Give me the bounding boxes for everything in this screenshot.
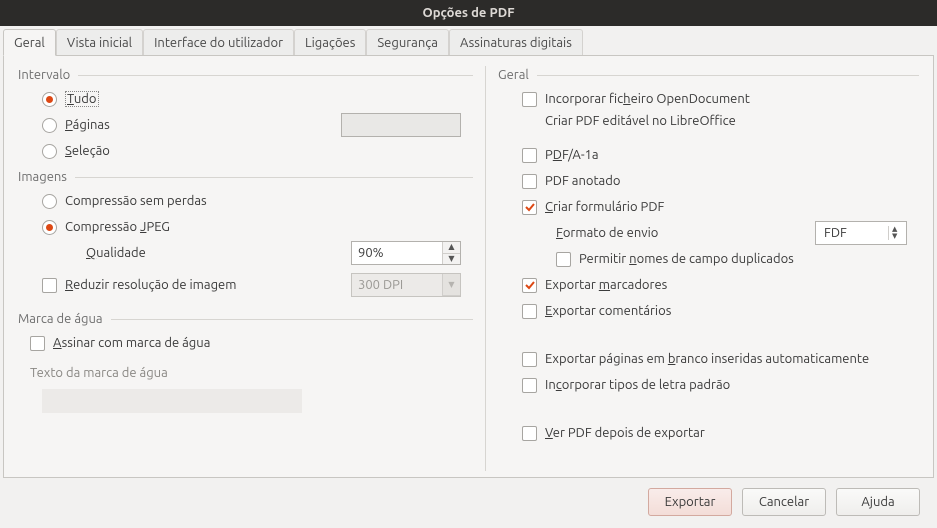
tab-general[interactable]: Geral [3, 29, 56, 56]
dialog-button-bar: Exportar Cancelar Ajuda [3, 478, 934, 528]
right-column: Geral Incorporar ficheiro OpenDocument C… [498, 66, 919, 471]
check-watermark-sign[interactable] [30, 336, 45, 351]
tab-user-interface[interactable]: Interface do utilizador [143, 29, 294, 55]
check-export-blank-pages-label: Exportar páginas em branco inseridas aut… [545, 352, 869, 366]
select-submit-format-arrows: ▲▼ [888, 226, 902, 240]
check-reduce-resolution[interactable] [42, 278, 57, 293]
check-embed-standard-fonts[interactable] [522, 378, 537, 393]
check-tagged-pdf-label: PDF anotado [545, 174, 620, 188]
spin-quality-value: 90% [352, 242, 442, 264]
tab-links[interactable]: Ligações [294, 29, 366, 55]
check-embed-odf-sublabel: Criar PDF editável no LibreOffice [545, 114, 736, 128]
check-export-comments-label: Exportar comentários [545, 304, 671, 318]
check-create-form[interactable] [522, 200, 537, 215]
input-range-pages[interactable] [341, 113, 461, 137]
input-watermark-text[interactable] [42, 389, 302, 413]
tab-security[interactable]: Segurança [366, 29, 449, 55]
radio-jpeg-label: Compressão JPEG [65, 220, 170, 234]
quality-label: Qualidade [86, 246, 146, 260]
check-view-after-export[interactable] [522, 426, 537, 441]
check-export-bookmarks-label: Exportar marcadores [545, 278, 667, 292]
check-create-form-label: Criar formulário PDF [545, 200, 664, 214]
check-export-comments[interactable] [522, 304, 537, 319]
check-pdfa[interactable] [522, 148, 537, 163]
check-embed-odf-label: Incorporar ficheiro OpenDocument [545, 92, 750, 106]
group-range: Intervalo [18, 68, 473, 82]
left-column: Intervalo Tudo Páginas Seleção Imagens C… [18, 66, 473, 471]
radio-range-pages-label: Páginas [65, 118, 110, 132]
check-allow-duplicate-names-label: Permitir nomes de campo duplicados [579, 252, 794, 266]
tab-initial-view[interactable]: Vista inicial [56, 29, 143, 55]
group-watermark: Marca de água [18, 312, 473, 326]
radio-range-selection[interactable] [42, 144, 57, 159]
check-view-after-export-label: Ver PDF depois de exportar [545, 426, 705, 440]
select-submit-format-value: FDF [824, 226, 847, 240]
spin-quality-arrows[interactable]: ▲▼ [442, 242, 460, 264]
spin-resolution: 300 DPI ▼ [351, 273, 461, 297]
tab-panel-general: Intervalo Tudo Páginas Seleção Imagens C… [3, 56, 934, 478]
window-titlebar: Opções de PDF [0, 0, 937, 26]
check-reduce-resolution-label: Reduzir resolução de imagem [65, 278, 236, 292]
tab-bar: Geral Vista inicial Interface do utiliza… [3, 29, 934, 56]
check-embed-standard-fonts-label: Incorporar tipos de letra padrão [545, 378, 730, 392]
radio-range-all[interactable] [42, 92, 57, 107]
check-watermark-sign-label: Assinar com marca de água [53, 336, 210, 350]
group-images: Imagens [18, 170, 473, 184]
select-submit-format[interactable]: FDF ▲▼ [815, 221, 907, 245]
cancel-button-label: Cancelar [759, 495, 809, 509]
tab-digital-signatures[interactable]: Assinaturas digitais [449, 29, 583, 55]
radio-range-all-label: Tudo [65, 92, 99, 106]
spin-resolution-value: 300 DPI [352, 274, 442, 296]
radio-range-pages[interactable] [42, 118, 57, 133]
export-button[interactable]: Exportar [648, 488, 732, 516]
radio-lossless-label: Compressão sem perdas [65, 194, 207, 208]
check-embed-odf[interactable] [522, 92, 537, 107]
watermark-text-label: Texto da marca de água [30, 366, 168, 380]
export-button-label: Exportar [665, 495, 716, 509]
cancel-button[interactable]: Cancelar [742, 488, 826, 516]
radio-lossless[interactable] [42, 194, 57, 209]
check-pdfa-label: PDF/A-1a [545, 148, 599, 162]
check-tagged-pdf[interactable] [522, 174, 537, 189]
group-general: Geral [498, 68, 919, 82]
submit-format-label: Formato de envio [556, 226, 658, 240]
check-allow-duplicate-names[interactable] [556, 252, 571, 267]
spin-quality[interactable]: 90% ▲▼ [351, 241, 461, 265]
help-button[interactable]: Ajuda [836, 488, 920, 516]
radio-range-selection-label: Seleção [65, 144, 110, 158]
spin-resolution-arrows: ▼ [442, 274, 460, 296]
window-body: Geral Vista inicial Interface do utiliza… [0, 26, 937, 528]
help-button-label: Ajuda [861, 495, 894, 509]
vertical-separator [485, 66, 486, 471]
check-export-blank-pages[interactable] [522, 352, 537, 367]
radio-jpeg[interactable] [42, 220, 57, 235]
check-export-bookmarks[interactable] [522, 278, 537, 293]
